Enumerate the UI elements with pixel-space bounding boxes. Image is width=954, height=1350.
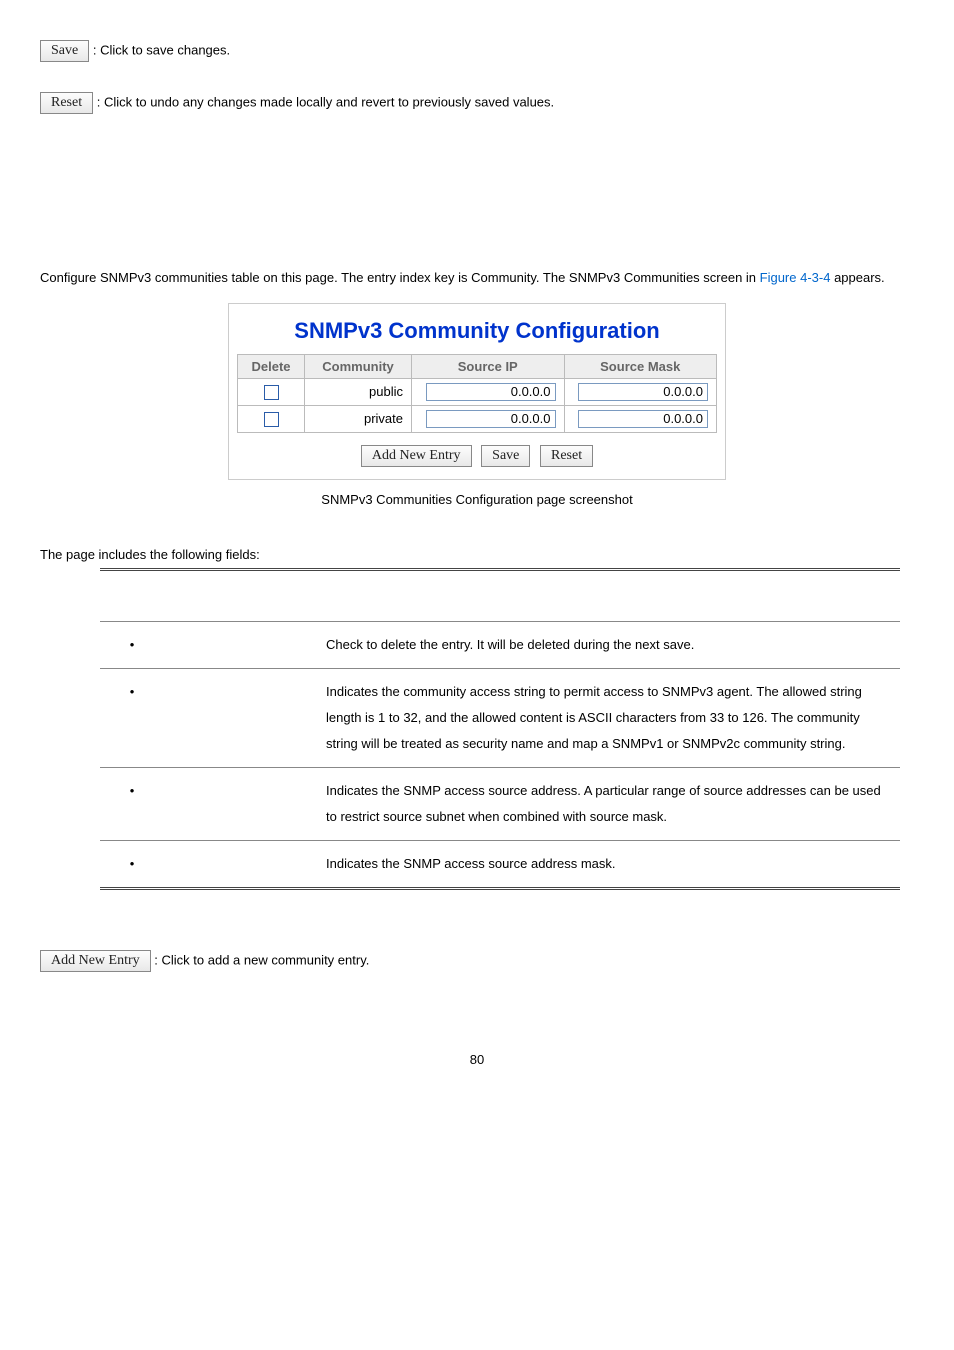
snmp-config-screenshot: SNMPv3 Community Configuration Delete Co… — [228, 303, 726, 480]
object-label — [112, 856, 152, 871]
add-new-entry-button[interactable]: Add New Entry — [361, 445, 472, 467]
source-ip-input[interactable] — [426, 410, 556, 428]
fields-table: Check to delete the entry. It will be de… — [100, 568, 900, 890]
table-row: Check to delete the entry. It will be de… — [100, 621, 900, 668]
card-button-row: Add New Entry Save Reset — [237, 433, 717, 467]
figure-link[interactable]: Figure 4-3-4 — [760, 270, 831, 285]
description-cell: Indicates the community access string to… — [314, 668, 900, 767]
delete-checkbox[interactable] — [264, 385, 279, 400]
source-ip-input[interactable] — [426, 383, 556, 401]
community-cell: private — [305, 405, 412, 432]
col-source-ip: Source IP — [412, 354, 565, 378]
community-cell: public — [305, 378, 412, 405]
table-row: Indicates the SNMP access source address… — [100, 840, 900, 888]
footer-add-row: Add New Entry : Click to add a new commu… — [40, 950, 914, 972]
table-header-row — [100, 569, 900, 621]
description-cell: Indicates the SNMP access source address… — [314, 767, 900, 840]
table-row: Indicates the community access string to… — [100, 668, 900, 767]
object-label — [112, 783, 152, 798]
description-cell: Indicates the SNMP access source address… — [314, 840, 900, 888]
save-row: Save : Click to save changes. — [40, 40, 914, 62]
source-mask-input[interactable] — [578, 383, 708, 401]
reset-row: Reset : Click to undo any changes made l… — [40, 92, 914, 114]
intro-paragraph: Configure SNMPv3 communities table on th… — [40, 264, 914, 293]
col-source-mask: Source Mask — [564, 354, 717, 378]
save-button[interactable]: Save — [40, 40, 89, 62]
footer-add-desc: : Click to add a new community entry. — [154, 952, 369, 967]
reset-button[interactable]: Reset — [40, 92, 93, 114]
table-row: private — [238, 405, 717, 432]
table-row: public — [238, 378, 717, 405]
figure-caption: SNMPv3 Communities Configuration page sc… — [40, 492, 914, 507]
page-number: 80 — [40, 1052, 914, 1067]
object-label — [112, 637, 152, 652]
para-post: appears. — [834, 270, 885, 285]
footer-add-button[interactable]: Add New Entry — [40, 950, 151, 972]
card-title: SNMPv3 Community Configuration — [237, 312, 717, 354]
fields-intro: The page includes the following fields: — [40, 547, 914, 562]
reset-desc: : Click to undo any changes made locally… — [97, 94, 554, 109]
source-mask-input[interactable] — [578, 410, 708, 428]
card-save-button[interactable]: Save — [481, 445, 530, 467]
delete-checkbox[interactable] — [264, 412, 279, 427]
card-reset-button[interactable]: Reset — [540, 445, 593, 467]
save-desc: : Click to save changes. — [93, 42, 230, 57]
description-cell: Check to delete the entry. It will be de… — [314, 621, 900, 668]
table-row: Indicates the SNMP access source address… — [100, 767, 900, 840]
para-pre: Configure SNMPv3 communities table on th… — [40, 270, 760, 285]
object-label — [112, 684, 152, 699]
col-delete: Delete — [238, 354, 305, 378]
col-community: Community — [305, 354, 412, 378]
snmp-table: Delete Community Source IP Source Mask p… — [237, 354, 717, 433]
